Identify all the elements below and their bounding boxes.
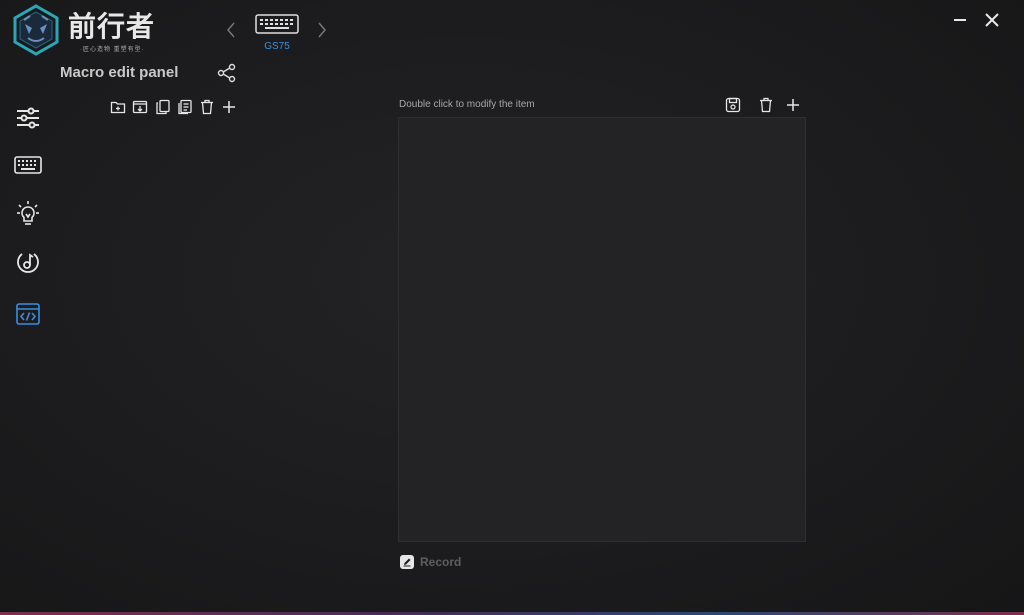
sidebar-item-keys[interactable] [12,149,44,181]
brand-logo-icon [12,4,60,56]
plus-icon [787,99,799,111]
plus-icon [223,101,235,113]
paste-button[interactable] [177,99,193,115]
close-icon [985,13,999,27]
trash-icon [201,99,213,115]
chevron-right-icon [318,22,326,38]
copy-button[interactable] [155,99,171,115]
device-name: GS75 [264,41,290,52]
sidebar-item-music[interactable] [12,247,44,279]
new-folder-icon [110,101,126,114]
lightbulb-icon [17,201,39,225]
save-icon [725,97,741,113]
document-icon [178,99,192,115]
previous-device-button[interactable] [224,20,238,40]
sidebar-item-macro[interactable] [12,298,44,330]
trash-icon [760,97,772,113]
sidebar-item-settings[interactable] [12,102,44,134]
code-window-icon [16,303,40,325]
keyboard-device-icon [255,14,299,34]
music-icon [17,253,39,273]
import-button[interactable] [132,99,148,115]
edit-hint: Double click to modify the item [399,99,535,110]
page-title: Macro edit panel [60,64,179,81]
sliders-icon [17,107,39,129]
add-macro-button[interactable] [221,99,237,115]
new-folder-button[interactable] [110,99,126,115]
next-device-button[interactable] [315,20,329,40]
share-button[interactable] [217,63,237,83]
brand: 前行者 ·匠心造物 重塑有型· [68,10,156,54]
import-icon [132,100,148,114]
device-selector[interactable]: GS75 [255,14,299,52]
minimize-icon [954,19,966,21]
brand-tagline: ·匠心造物 重塑有型· [80,47,145,53]
save-button[interactable] [725,97,741,113]
delete-macro-button[interactable] [199,99,215,115]
record-button[interactable]: Record [399,554,461,570]
macro-item-list[interactable] [398,117,806,542]
edit-icon [400,555,414,569]
add-item-button[interactable] [785,97,801,113]
keyboard-icon [14,156,42,174]
share-icon [217,63,236,83]
close-button[interactable] [982,10,1002,30]
sidebar-item-lighting[interactable] [12,198,44,230]
chevron-left-icon [227,22,235,38]
brand-name: 前行者 [68,10,156,43]
copy-icon [156,99,170,115]
record-label: Record [420,555,462,569]
delete-item-button[interactable] [758,97,774,113]
minimize-button[interactable] [950,10,970,30]
